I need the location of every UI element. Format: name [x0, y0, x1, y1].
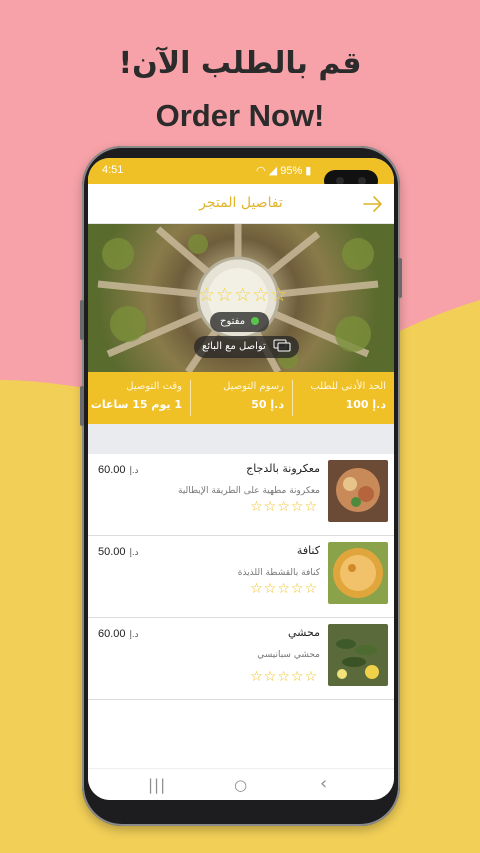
- item-rating-stars: ☆☆☆☆☆: [250, 669, 318, 685]
- currency-label: د.إ: [270, 398, 284, 411]
- delivery-time-info: وقت التوصيل 1 يوم 15 ساعات: [88, 372, 190, 424]
- menu-item[interactable]: كنافة كنافة بالقشطة اللذيذة ☆☆☆☆☆ 50.00 د…: [88, 536, 394, 618]
- contact-seller-button[interactable]: تواصل مع البائع: [194, 336, 300, 358]
- page-title: تفاصيل المتجر: [199, 195, 283, 211]
- currency-label: د.إ: [129, 629, 139, 639]
- kunafa-image: [328, 542, 388, 604]
- chat-icon: [273, 339, 291, 352]
- item-price: 50.00 د.إ: [98, 546, 139, 558]
- currency-label: د.إ: [129, 547, 139, 557]
- price-value: 60.00: [98, 464, 126, 476]
- price-value: 50.00: [98, 546, 126, 558]
- phone-volume-button: [80, 300, 84, 340]
- battery-text: 95%: [280, 165, 303, 177]
- delivery-fee-label: رسوم التوصيل: [223, 381, 284, 392]
- price-value: 60.00: [98, 628, 126, 640]
- item-description: محشي سبانيسي: [257, 650, 320, 660]
- promo-headline-arabic: قم بالطلب الآن!: [118, 46, 362, 81]
- back-icon[interactable]: ‹: [320, 773, 327, 794]
- item-name: معكرونة بالدجاج: [246, 462, 320, 475]
- status-time: 4:51: [102, 164, 124, 176]
- menu-item[interactable]: محشي محشي سبانيسي ☆☆☆☆☆ 60.00 د.إ: [88, 618, 394, 700]
- store-rating-stars: ☆☆☆☆☆: [198, 284, 289, 306]
- delivery-time-value: 1 يوم 15 ساعات: [90, 398, 182, 411]
- contact-seller-label: تواصل مع البائع: [202, 341, 266, 352]
- status-icons: ◠ ◢ 95% ▮: [256, 164, 311, 177]
- system-nav-bar: ||| ○ ‹: [88, 768, 394, 800]
- section-gap: [88, 424, 394, 454]
- min-order-info: الحد الأدنى للطلب د.إ 100: [292, 372, 394, 424]
- wifi-icon: ◠: [256, 165, 266, 177]
- battery-icon: ▮: [305, 165, 312, 177]
- min-order-value: د.إ 100: [292, 398, 386, 411]
- delivery-time-label: وقت التوصيل: [126, 381, 182, 392]
- home-icon[interactable]: ○: [234, 776, 247, 794]
- app-screen: 4:51 ◠ ◢ 95% ▮ تفاصيل المتجر ☆☆☆☆☆ مفتوح…: [88, 158, 394, 800]
- item-rating-stars: ☆☆☆☆☆: [250, 499, 318, 515]
- divider: [292, 380, 293, 416]
- min-order-amount: 100: [345, 398, 369, 411]
- item-price: 60.00 د.إ: [98, 628, 139, 640]
- status-bar: 4:51 ◠ ◢ 95% ▮: [88, 158, 394, 192]
- item-rating-stars: ☆☆☆☆☆: [250, 581, 318, 597]
- item-description: معكرونة مطهية على الطريقة الإيطالية: [178, 486, 320, 496]
- arrow-right-icon[interactable]: [362, 194, 384, 214]
- pasta-chicken-image: [328, 460, 388, 522]
- delivery-fee-amount: 50: [251, 398, 267, 411]
- signal-icon: ◢: [268, 165, 278, 177]
- currency-label: د.إ: [372, 398, 386, 411]
- store-info-bar: الحد الأدنى للطلب د.إ 100 رسوم التوصيل د…: [88, 372, 394, 424]
- open-status-dot-icon: [251, 317, 260, 325]
- store-banner-image: ☆☆☆☆☆ مفتوح تواصل مع البائع: [88, 224, 394, 372]
- store-status-badge: مفتوح: [210, 312, 270, 332]
- currency-label: د.إ: [129, 465, 139, 475]
- item-name: محشي: [288, 626, 320, 639]
- item-description: كنافة بالقشطة اللذيذة: [237, 568, 320, 578]
- app-bar: تفاصيل المتجر: [88, 184, 394, 224]
- store-status-text: مفتوح: [220, 316, 246, 327]
- recent-apps-icon[interactable]: |||: [148, 776, 166, 794]
- phone-volume-button: [80, 386, 84, 426]
- delivery-fee-info: رسوم التوصيل د.إ 50: [190, 372, 292, 424]
- item-price: 60.00 د.إ: [98, 464, 139, 476]
- item-name: كنافة: [296, 544, 320, 557]
- phone-power-button: [398, 258, 402, 298]
- menu-item[interactable]: معكرونة بالدجاج معكرونة مطهية على الطريق…: [88, 454, 394, 536]
- promo-headline-english: Order Now!: [155, 98, 325, 133]
- delivery-fee-value: د.إ 50: [190, 398, 284, 411]
- min-order-label: الحد الأدنى للطلب: [310, 381, 386, 392]
- divider: [190, 380, 191, 416]
- mahshi-image: [328, 624, 388, 686]
